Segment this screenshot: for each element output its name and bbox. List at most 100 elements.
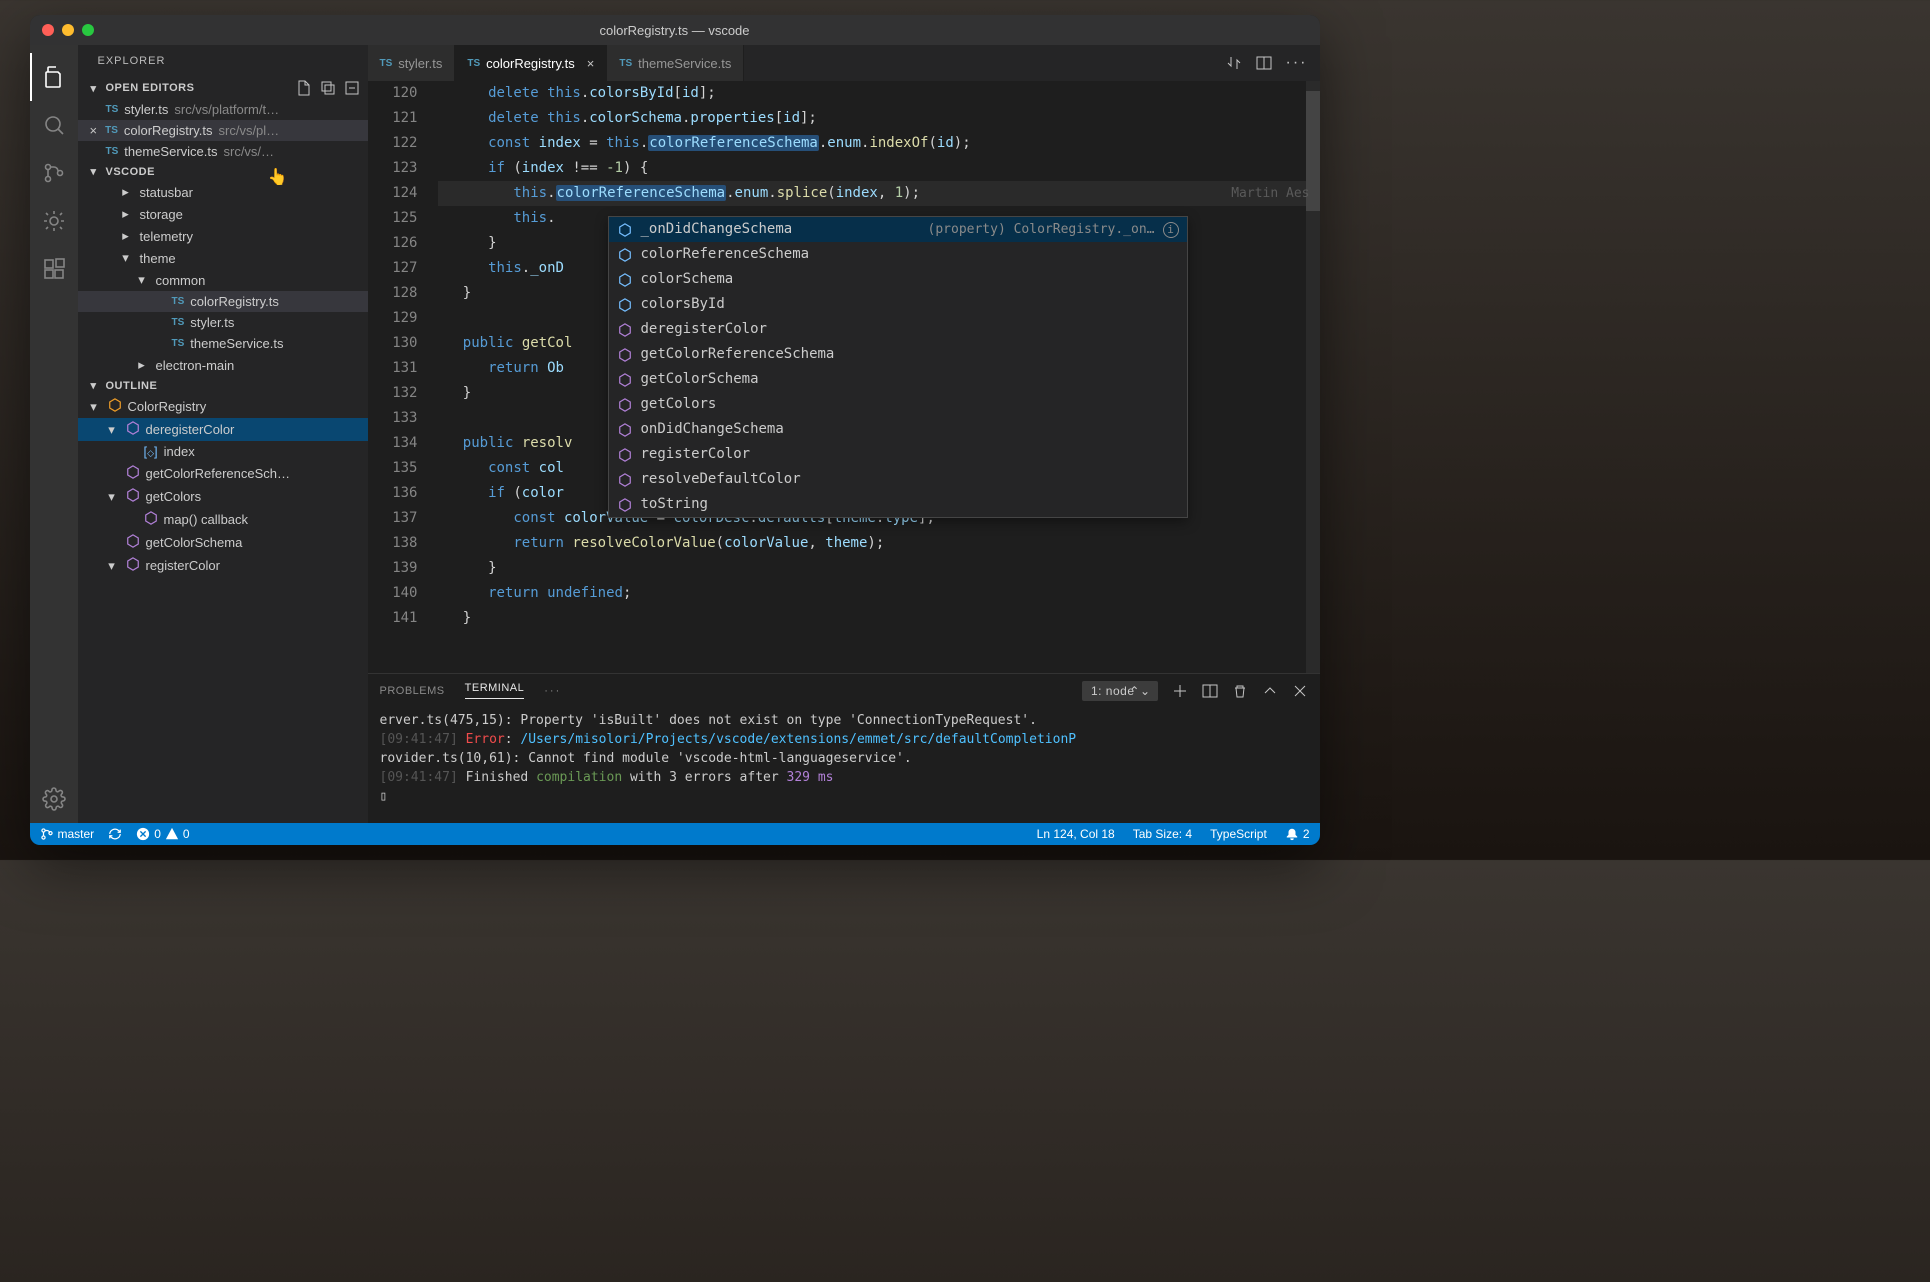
close-tab-icon[interactable]: × <box>587 56 595 71</box>
tree-item[interactable]: ▸telemetry <box>78 225 368 247</box>
editor-tab[interactable]: TSstyler.ts <box>368 45 456 81</box>
source-control-icon[interactable] <box>30 149 78 197</box>
tree-item[interactable]: ▾theme <box>78 247 368 269</box>
code-editor[interactable]: 1201211221231241251261271281291301311321… <box>368 81 1320 673</box>
new-file-icon[interactable] <box>296 80 312 96</box>
sync-icon[interactable] <box>108 827 122 841</box>
git-blame-annotation: Martin Aes <box>1231 181 1309 206</box>
method-icon <box>144 511 158 528</box>
tab-size[interactable]: Tab Size: 4 <box>1133 827 1192 841</box>
kill-terminal-icon[interactable] <box>1232 683 1248 699</box>
cursor-position[interactable]: Ln 124, Col 18 <box>1037 827 1115 841</box>
problems-status[interactable]: 0 0 <box>136 827 189 841</box>
new-terminal-icon[interactable] <box>1172 683 1188 699</box>
compare-changes-icon[interactable] <box>1226 55 1242 71</box>
tree-item[interactable]: ▸statusbar <box>78 181 368 203</box>
editor-tab[interactable]: TScolorRegistry.ts× <box>455 45 607 81</box>
outline-item[interactable]: ▾ColorRegistry <box>78 395 368 418</box>
tree-item[interactable]: TScolorRegistry.ts <box>78 291 368 312</box>
tree-item[interactable]: TSthemeService.ts <box>78 333 368 354</box>
intellisense-item[interactable]: getColorSchema <box>609 367 1187 392</box>
bottom-panel: PROBLEMS TERMINAL ··· 1: node ⌃⌄ <box>368 673 1320 823</box>
more-panel-icon[interactable]: ··· <box>544 685 561 697</box>
save-all-icon[interactable] <box>320 80 336 96</box>
debug-icon[interactable] <box>30 197 78 245</box>
chevron-icon: ▸ <box>118 184 134 200</box>
intellisense-item[interactable]: deregisterColor <box>609 317 1187 342</box>
tree-item[interactable]: TSstyler.ts <box>78 312 368 333</box>
collapse-icon[interactable] <box>344 80 360 96</box>
workspace-header[interactable]: ▾ VSCODE <box>78 162 368 181</box>
outline-item[interactable]: [◇]index <box>78 441 368 462</box>
intellisense-item[interactable]: onDidChangeSchema <box>609 417 1187 442</box>
field-icon <box>617 297 633 313</box>
outline-item[interactable]: getColorSchema <box>78 531 368 554</box>
main-area: 👆 EXPLORER ▾ OPEN EDITORS TSstyler.tssrc… <box>30 45 1320 823</box>
intellisense-item[interactable]: registerColor <box>609 442 1187 467</box>
window-title: colorRegistry.ts — vscode <box>599 23 749 38</box>
split-terminal-icon[interactable] <box>1202 683 1218 699</box>
outline-item[interactable]: map() callback <box>78 508 368 531</box>
outline-item[interactable]: ▾deregisterColor <box>78 418 368 441</box>
tree-item[interactable]: ▸electron-main <box>78 354 368 376</box>
terminal-select[interactable]: 1: node ⌃⌄ <box>1082 681 1158 701</box>
split-editor-icon[interactable] <box>1256 55 1272 71</box>
tree-item[interactable]: ▾common <box>78 269 368 291</box>
ts-file-icon: TS <box>106 146 119 157</box>
window-close-button[interactable] <box>42 24 54 36</box>
tab-problems[interactable]: PROBLEMS <box>380 685 445 697</box>
chevron-icon: ▾ <box>86 399 102 415</box>
vscode-window: colorRegistry.ts — vscode <box>30 15 1320 845</box>
tree-item[interactable]: ▸storage <box>78 203 368 225</box>
method-icon <box>126 421 140 438</box>
intellisense-item[interactable]: _onDidChangeSchema(property) ColorRegist… <box>609 217 1187 242</box>
info-icon[interactable]: i <box>1163 222 1179 238</box>
window-maximize-button[interactable] <box>82 24 94 36</box>
traffic-lights <box>30 24 94 36</box>
intellisense-item[interactable]: resolveDefaultColor <box>609 467 1187 492</box>
tab-terminal[interactable]: TERMINAL <box>465 682 525 699</box>
outline-header[interactable]: ▾ OUTLINE <box>78 376 368 395</box>
minimap[interactable] <box>1306 81 1320 673</box>
close-icon[interactable]: × <box>90 123 98 138</box>
intellisense-item[interactable]: getColorReferenceSchema <box>609 342 1187 367</box>
language-mode[interactable]: TypeScript <box>1210 827 1267 841</box>
method-icon <box>617 497 633 513</box>
open-editors-header[interactable]: ▾ OPEN EDITORS <box>78 77 368 99</box>
open-editor-item[interactable]: ×TScolorRegistry.tssrc/vs/pl… <box>78 120 368 141</box>
open-editor-item[interactable]: TSstyler.tssrc/vs/platform/t… <box>78 99 368 120</box>
settings-gear-icon[interactable] <box>30 775 78 823</box>
panel-tabs: PROBLEMS TERMINAL ··· 1: node ⌃⌄ <box>368 674 1320 707</box>
terminal-output[interactable]: erver.ts(475,15): Property 'isBuilt' doe… <box>368 707 1320 823</box>
sidebar: 👆 EXPLORER ▾ OPEN EDITORS TSstyler.tssrc… <box>78 45 368 823</box>
chevron-down-icon: ▾ <box>86 82 102 95</box>
search-icon[interactable] <box>30 101 78 149</box>
intellisense-item[interactable]: colorReferenceSchema <box>609 242 1187 267</box>
method-icon <box>126 557 140 574</box>
notifications[interactable]: 2 <box>1285 827 1310 841</box>
code-content[interactable]: delete this.colorsById[id]; delete this.… <box>438 81 1320 673</box>
intellisense-item[interactable]: toString <box>609 492 1187 517</box>
more-actions-icon[interactable]: ··· <box>1286 54 1308 72</box>
method-icon <box>617 472 633 488</box>
intellisense-item[interactable]: getColors <box>609 392 1187 417</box>
titlebar[interactable]: colorRegistry.ts — vscode <box>30 15 1320 45</box>
close-panel-icon[interactable] <box>1292 683 1308 699</box>
maximize-panel-icon[interactable] <box>1262 683 1278 699</box>
tabs-actions: ··· <box>1226 45 1320 81</box>
intellisense-item[interactable]: colorSchema <box>609 267 1187 292</box>
outline-item[interactable]: getColorReferenceSch… <box>78 462 368 485</box>
open-editor-item[interactable]: TSthemeService.tssrc/vs/… <box>78 141 368 162</box>
intellisense-item[interactable]: colorsById <box>609 292 1187 317</box>
chevron-icon: ▾ <box>104 422 120 438</box>
git-branch[interactable]: master <box>40 827 95 841</box>
chevron-icon: ▾ <box>118 250 134 266</box>
editor-tab[interactable]: TSthemeService.ts <box>607 45 744 81</box>
outline-item[interactable]: ▾getColors <box>78 485 368 508</box>
outline-item[interactable]: ▾registerColor <box>78 554 368 577</box>
extensions-icon[interactable] <box>30 245 78 293</box>
editor-area: TSstyler.tsTScolorRegistry.ts×TSthemeSer… <box>368 45 1320 823</box>
window-minimize-button[interactable] <box>62 24 74 36</box>
intellisense-popup[interactable]: _onDidChangeSchema(property) ColorRegist… <box>608 216 1188 518</box>
explorer-icon[interactable] <box>30 53 78 101</box>
